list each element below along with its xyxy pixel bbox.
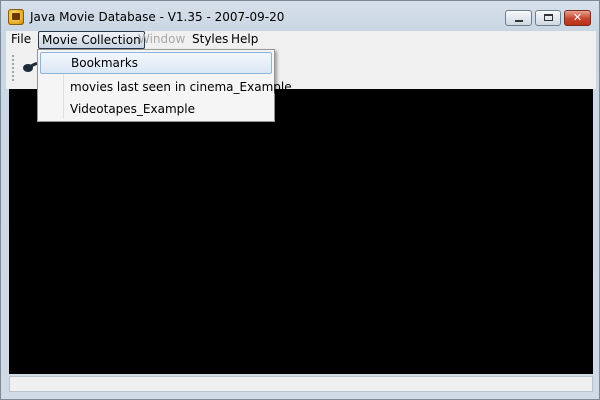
menu-movie-collection[interactable]: Movie Collection <box>38 31 145 49</box>
minimize-button[interactable] <box>505 10 532 26</box>
close-icon: ✕ <box>572 11 583 24</box>
menu-styles[interactable]: Styles <box>189 31 231 49</box>
menu-item-bookmarks[interactable]: Bookmarks <box>40 52 272 74</box>
movie-collection-dropdown: Bookmarks movies last seen in cinema_Exa… <box>37 49 292 122</box>
menu-window: Window <box>138 32 186 46</box>
close-button[interactable]: ✕ <box>564 10 591 26</box>
menu-bar: File Movie Collection Window Styles Help <box>6 31 596 49</box>
minimize-icon <box>515 20 523 22</box>
toolbar-grip[interactable] <box>12 55 14 81</box>
title-bar[interactable]: Java Movie Database - V1.35 - 2007-09-20… <box>1 1 599 31</box>
status-bar <box>9 376 593 392</box>
window-title: Java Movie Database - V1.35 - 2007-09-20 <box>30 10 285 24</box>
menu-item-movies-last-seen[interactable]: movies last seen in cinema_Example <box>40 76 292 98</box>
menu-help[interactable]: Help <box>228 31 261 49</box>
maximize-button[interactable] <box>535 10 561 26</box>
film-reel-icon[interactable] <box>22 61 38 73</box>
maximize-icon <box>544 14 553 21</box>
app-window: Java Movie Database - V1.35 - 2007-09-20… <box>0 0 600 400</box>
menu-item-videotapes[interactable]: Videotapes_Example <box>40 98 272 120</box>
app-icon[interactable] <box>8 9 24 25</box>
menu-file[interactable]: File <box>8 31 34 49</box>
desktop-pane[interactable] <box>9 89 593 374</box>
